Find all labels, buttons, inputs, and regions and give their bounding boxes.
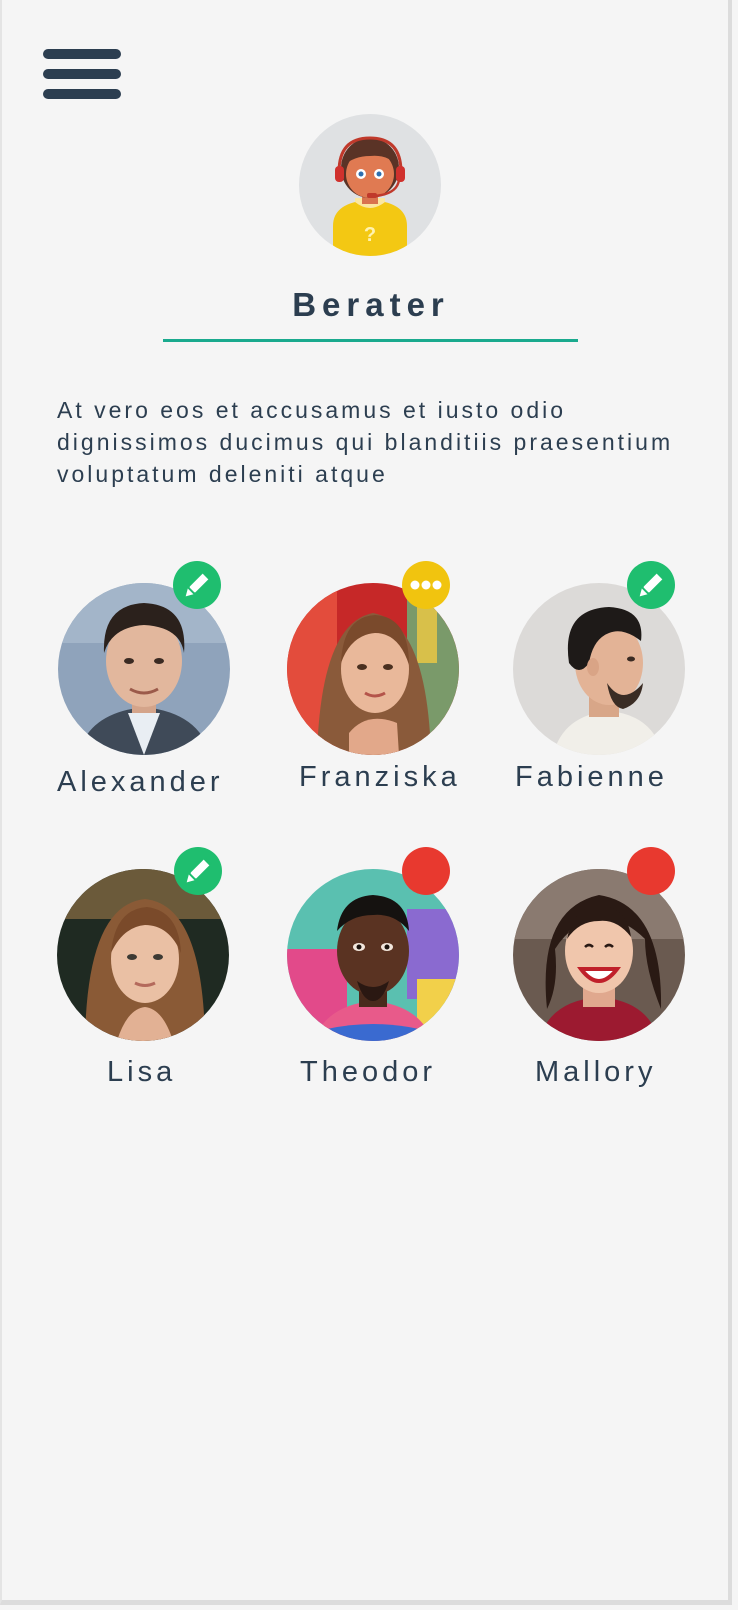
pencil-icon[interactable]	[174, 847, 222, 895]
person-name: Fabienne	[515, 761, 668, 793]
person-card-lisa[interactable]: Lisa	[57, 847, 257, 1096]
menu-bar	[43, 69, 121, 79]
support-agent-icon: ?	[299, 114, 441, 256]
person-name: Mallory	[535, 1056, 657, 1088]
menu-bar	[43, 89, 121, 99]
page-title: Berater	[292, 286, 450, 323]
avatar	[287, 869, 459, 1041]
person-name: Franziska	[299, 761, 461, 793]
ellipsis-icon[interactable]	[402, 561, 450, 609]
red-dot-icon[interactable]	[627, 847, 675, 895]
person-name: Alexander	[57, 766, 224, 798]
title-divider	[163, 339, 578, 342]
app-screen: ? Berater At vero eos et accusamus et iu…	[0, 0, 732, 1605]
pencil-icon[interactable]	[173, 561, 221, 609]
red-dot-icon[interactable]	[402, 847, 450, 895]
person-card-franziska[interactable]: Franziska	[287, 561, 487, 803]
pencil-icon[interactable]	[627, 561, 675, 609]
description-text: At vero eos et accusamus et iusto odio d…	[57, 397, 674, 487]
avatar	[513, 869, 685, 1041]
person-card-alexander[interactable]: Alexander	[57, 561, 257, 803]
person-card-theodor[interactable]: Theodor	[287, 847, 487, 1096]
person-card-fabienne[interactable]: Fabienne	[512, 561, 712, 803]
person-card-mallory[interactable]: Mallory	[512, 847, 712, 1096]
hamburger-menu-icon[interactable]	[43, 49, 121, 99]
person-name: Lisa	[107, 1056, 177, 1088]
svg-text:?: ?	[364, 224, 376, 246]
menu-bar	[43, 49, 121, 59]
person-name: Theodor	[300, 1056, 437, 1088]
